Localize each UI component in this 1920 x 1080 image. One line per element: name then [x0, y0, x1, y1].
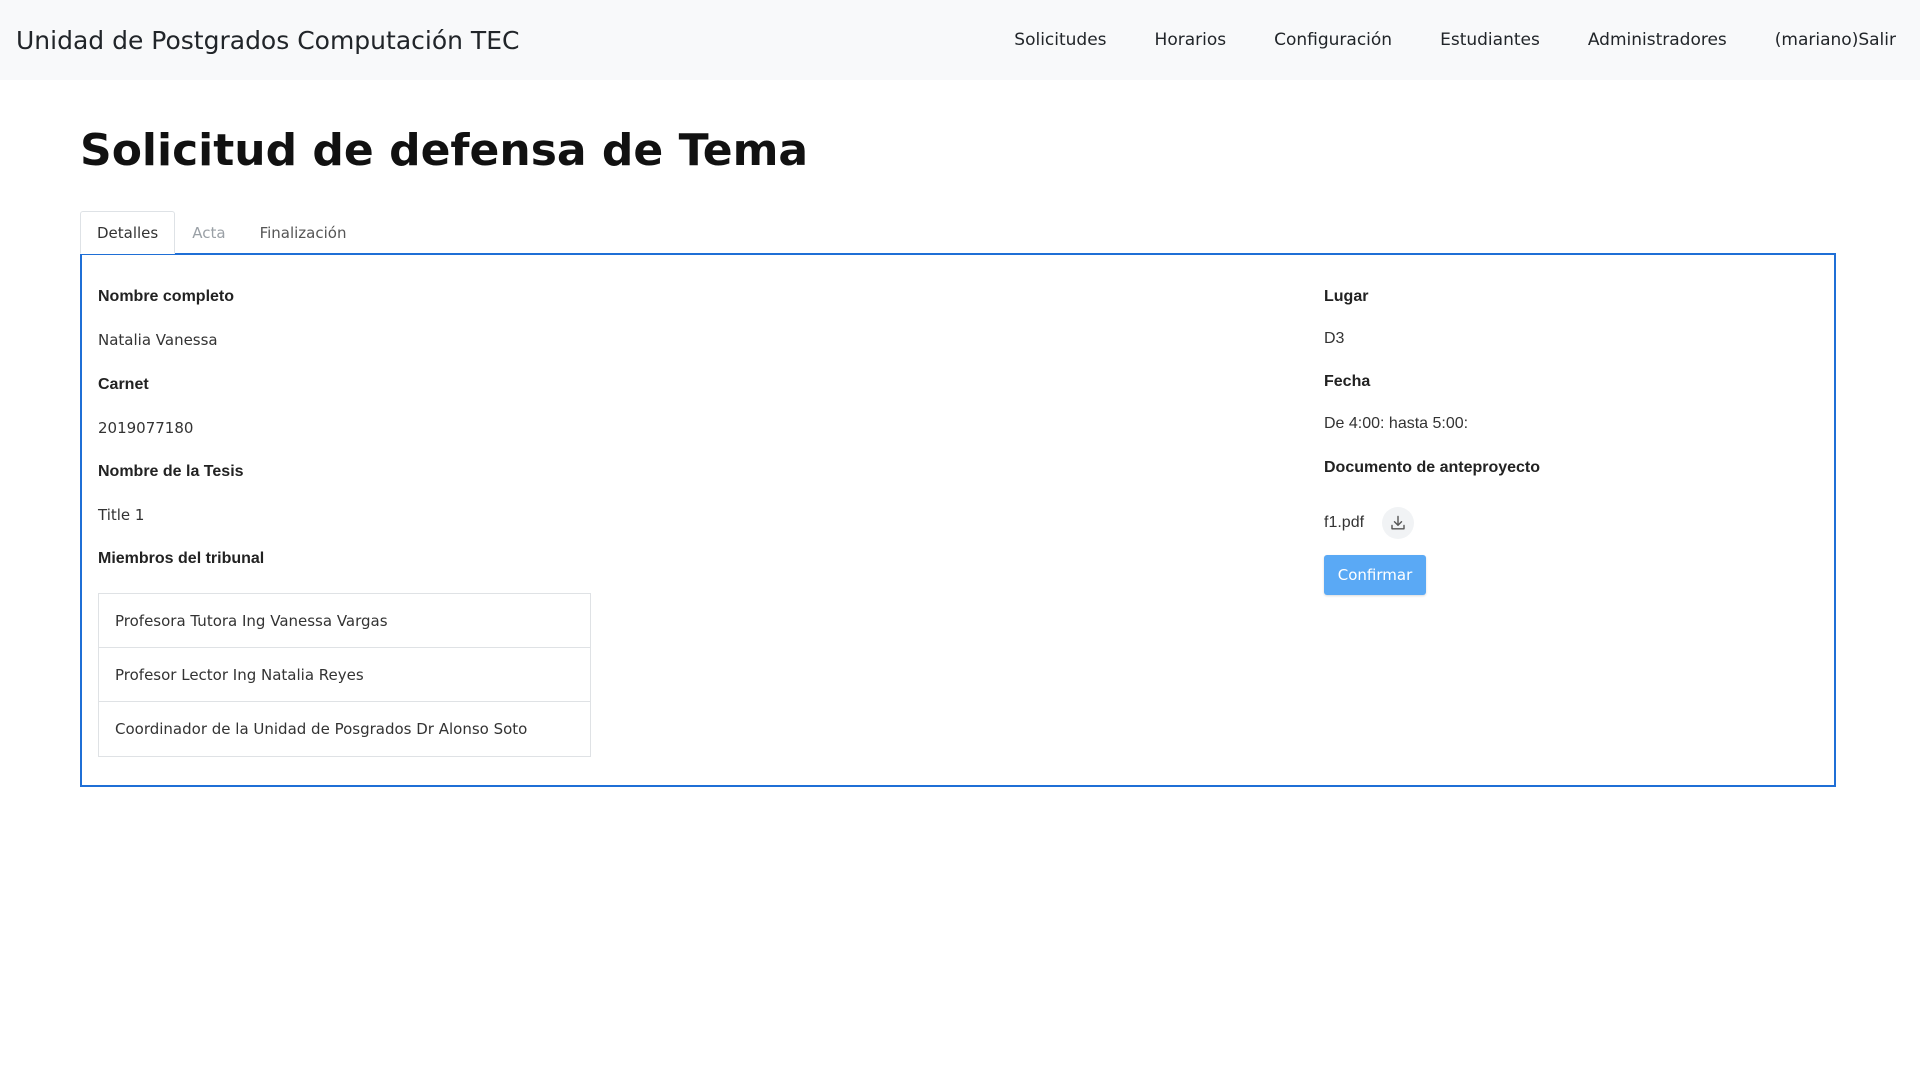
app-brand[interactable]: Unidad de Postgrados Computación TEC [16, 26, 519, 55]
tab-acta[interactable]: Acta [175, 211, 242, 254]
nav-item-solicitudes[interactable]: Solicitudes [1014, 30, 1106, 50]
details-panel: Nombre completo Natalia Vanessa Carnet 2… [80, 253, 1836, 787]
document-label: Documento de anteproyecto [1324, 459, 1541, 476]
tab-bar: Detalles Acta Finalización [80, 211, 1836, 254]
date-label: Fecha [1324, 373, 1371, 390]
tribunal-list: Profesora Tutora Ing Vanessa Vargas Prof… [98, 593, 591, 757]
carnet-label: Carnet [98, 376, 149, 393]
page-title: Solicitud de defensa de Tema [80, 125, 809, 176]
main-container: Solicitud de defensa de Tema Detalles Ac… [80, 80, 1836, 787]
thesis-label: Nombre de la Tesis [98, 463, 244, 480]
place-value: D3 [1324, 330, 1345, 347]
top-navbar: Unidad de Postgrados Computación TEC Sol… [0, 0, 1920, 80]
tribunal-label: Miembros del tribunal [98, 550, 265, 567]
nav-item-horarios[interactable]: Horarios [1155, 30, 1227, 50]
full-name-value: Natalia Vanessa [98, 331, 218, 349]
list-item: Profesora Tutora Ing Vanessa Vargas [99, 594, 590, 648]
document-name: f1.pdf [1324, 514, 1365, 531]
list-item: Coordinador de la Unidad de Posgrados Dr… [115, 720, 528, 738]
carnet-value: 2019077180 [98, 419, 194, 437]
nav-item-estudiantes[interactable]: Estudiantes [1440, 30, 1540, 50]
place-label: Lugar [1324, 288, 1369, 305]
full-name-label: Nombre completo [98, 288, 235, 305]
download-icon[interactable] [1382, 507, 1415, 539]
nav-item-configuracion[interactable]: Configuración [1274, 30, 1392, 50]
list-item: Profesor Lector Ing Natalia Reyes [99, 648, 590, 702]
confirm-button[interactable]: Confirmar [1324, 555, 1426, 595]
nav-item-administradores[interactable]: Administradores [1588, 30, 1727, 50]
date-value: De 4:00: hasta 5:00: [1324, 415, 1469, 432]
tab-finalizacion[interactable]: Finalización [243, 211, 364, 254]
document-row: f1.pdf [1324, 507, 1415, 539]
download-icon-graphic [1391, 515, 1405, 530]
logout-link[interactable]: (mariano)Salir [1775, 30, 1896, 50]
tab-detalles[interactable]: Detalles [80, 211, 176, 254]
nav-menu: Solicitudes Horarios Configuración Estud… [1014, 30, 1896, 50]
thesis-value: Title 1 [98, 506, 145, 524]
